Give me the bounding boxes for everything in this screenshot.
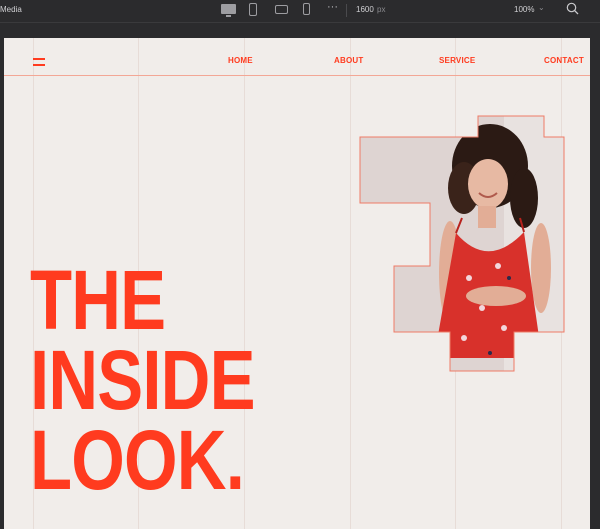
toolbar-divider [346, 4, 347, 17]
phone-icon[interactable] [303, 3, 310, 15]
headline-line: INSIDE [30, 333, 256, 427]
desktop-icon[interactable] [221, 4, 236, 17]
search-icon[interactable] [566, 2, 579, 15]
editor-toolbar: Media ··· 1600 px 100% ⌄ [0, 0, 600, 23]
tablet-icon[interactable] [249, 3, 257, 16]
landscape-icon[interactable] [275, 5, 288, 14]
canvas-width-unit: px [377, 5, 386, 14]
hero-headline: THE INSIDE LOOK. [30, 253, 256, 507]
canvas-page: HOME ABOUT SERVICE CONTACT THE INSIDE LO… [4, 38, 590, 529]
headline-line: LOOK. [30, 413, 245, 507]
headline-line: THE [30, 253, 166, 347]
canvas-width-value[interactable]: 1600 [356, 5, 374, 14]
zoom-level[interactable]: 100% [514, 5, 534, 14]
chevron-down-icon[interactable]: ⌄ [538, 3, 545, 12]
more-icon[interactable]: ··· [327, 1, 338, 13]
editor-title: Media [0, 5, 22, 14]
